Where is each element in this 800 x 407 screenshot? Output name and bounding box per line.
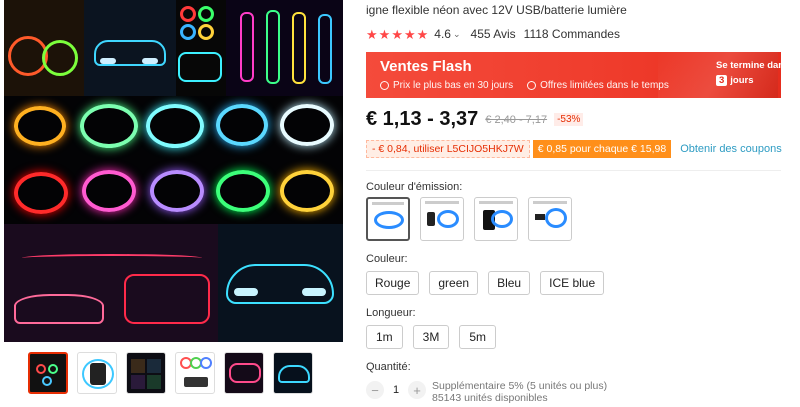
star-icon: ★ — [378, 26, 391, 42]
bulk-discount-text: Supplémentaire 5% (5 unités ou plus) — [432, 380, 608, 392]
quantity-decrease-button[interactable]: − — [366, 381, 384, 399]
product-main-image[interactable] — [4, 0, 343, 342]
reviews-count[interactable]: 455 Avis — [471, 27, 516, 41]
flash-sale-ends-label: Se termine dan — [716, 60, 781, 71]
quantity-increase-button[interactable]: + — [408, 381, 426, 399]
emission-option-1[interactable] — [366, 197, 410, 241]
rating-row: ★ ★ ★ ★ ★ 4.6 ⌄ 455 Avis 1118 Commandes — [366, 26, 620, 42]
color-options: Rouge green Bleu ICE blue — [366, 271, 605, 295]
color-option-ice-blue[interactable]: ICE blue — [540, 271, 605, 295]
code-coupon[interactable]: - € 0,84, utiliser L5CIJO5HKJ7W — [366, 140, 530, 158]
dancers-photo — [226, 0, 343, 96]
stock-available-text: 85143 unités disponibles — [432, 392, 548, 404]
length-option-3m[interactable]: 3M — [412, 325, 450, 349]
coupon-row: - € 0,84, utiliser L5CIJO5HKJ7W € 0,85 p… — [366, 140, 782, 158]
star-icon: ★ — [403, 26, 416, 42]
current-price: € 1,13 - 3,37 — [366, 108, 479, 130]
thumbnail-5[interactable] — [224, 352, 264, 394]
quantity-label: Quantité: — [366, 361, 411, 373]
flash-sale-countdown: 3 jours — [716, 75, 754, 86]
car-interior-photo — [4, 224, 218, 342]
limited-offer-badge: Offres limitées dans le temps — [527, 80, 669, 91]
price-row: € 1,13 - 3,37 € 2,40 - 7,17 -53% — [366, 108, 584, 131]
thumbnail-4[interactable] — [175, 352, 215, 394]
limited-offer-text: Offres limitées dans le temps — [540, 80, 669, 91]
color-option-green[interactable]: green — [429, 271, 479, 295]
product-title: igne flexible néon avec 12V USB/batterie… — [366, 3, 627, 17]
color-option-bleu[interactable]: Bleu — [488, 271, 531, 295]
days-remaining: 3 — [716, 75, 728, 86]
tag-icon — [380, 81, 389, 90]
discount-badge: -53% — [554, 113, 584, 126]
lowest-price-text: Prix le plus bas en 30 jours — [393, 80, 514, 91]
get-coupons-link[interactable]: Obtenir des coupons — [680, 143, 782, 155]
quantity-stepper: − 1 + — [366, 381, 426, 399]
flash-sale-banner: Ventes Flash Prix le plus bas en 30 jour… — [366, 52, 781, 98]
star-icon: ★ — [391, 26, 403, 42]
car-front-photo — [84, 0, 176, 96]
rating-value[interactable]: 4.6 — [434, 27, 451, 41]
quantity-input[interactable]: 1 — [384, 384, 408, 396]
flash-sale-title: Ventes Flash — [380, 58, 472, 75]
star-icon: ★ — [366, 26, 378, 42]
thumbnail-strip — [28, 352, 328, 396]
flash-sale-badges: Prix le plus bas en 30 jours Offres limi… — [380, 80, 669, 91]
star-icon: ★ — [416, 26, 429, 42]
quantity-info: Supplémentaire 5% (5 unités ou plus) 851… — [432, 380, 607, 404]
original-price: € 2,40 - 7,17 — [485, 113, 548, 126]
bike-photo — [4, 0, 84, 96]
emission-color-options — [366, 197, 572, 241]
thumbnail-2[interactable] — [77, 352, 117, 394]
length-option-1m[interactable]: 1m — [366, 325, 403, 349]
rating-stars: ★ ★ ★ ★ ★ — [366, 28, 428, 41]
emission-color-label: Couleur d'émission: — [366, 181, 463, 193]
days-label: jours — [730, 75, 754, 86]
coil-grid — [4, 96, 343, 224]
thumbnail-3[interactable] — [126, 352, 166, 394]
chevron-down-icon[interactable]: ⌄ — [453, 29, 461, 40]
length-label: Longueur: — [366, 307, 416, 319]
emission-option-2[interactable] — [420, 197, 464, 241]
orders-count: 1118 Commandes — [523, 27, 620, 41]
el-wire-rolls-photo — [176, 0, 226, 96]
color-label: Couleur: — [366, 253, 408, 265]
color-option-rouge[interactable]: Rouge — [366, 271, 420, 295]
length-option-5m[interactable]: 5m — [459, 325, 497, 349]
emission-option-3[interactable] — [474, 197, 518, 241]
thumbnail-1[interactable] — [28, 352, 68, 394]
divider — [366, 170, 781, 171]
lowest-price-badge: Prix le plus bas en 30 jours — [380, 80, 513, 91]
car-headlight-photo — [218, 224, 343, 342]
clock-icon — [527, 81, 537, 90]
store-coupon[interactable]: € 0,85 pour chaque € 15,98 — [532, 140, 672, 158]
length-options: 1m 3M 5m — [366, 325, 497, 349]
thumbnail-6[interactable] — [273, 352, 313, 394]
emission-option-4[interactable] — [528, 197, 572, 241]
